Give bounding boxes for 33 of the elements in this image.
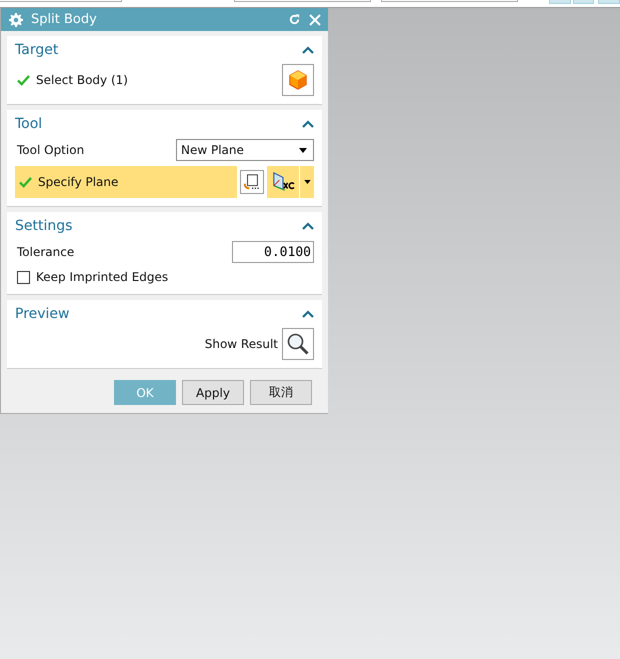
caret-icon[interactable] xyxy=(302,310,314,318)
reset-icon[interactable] xyxy=(288,13,301,26)
caret-icon[interactable] xyxy=(302,46,314,54)
specify-plane-row[interactable]: Specify Plane xyxy=(15,166,237,198)
plane-dialog-button[interactable] xyxy=(240,170,264,194)
caret-icon[interactable] xyxy=(302,120,314,128)
window-title: Split Body xyxy=(31,12,98,27)
select-body-button[interactable] xyxy=(282,64,314,96)
checkbox[interactable] xyxy=(17,270,30,284)
section-title[interactable]: Settings xyxy=(15,218,72,234)
dropdown-arrow-icon xyxy=(299,148,307,152)
show-result-button[interactable] xyxy=(282,328,314,360)
magnifier-icon xyxy=(286,332,310,356)
field-label: Tool Option xyxy=(17,143,84,157)
plane-icon xyxy=(243,173,261,191)
field-label: Show Result xyxy=(204,337,278,351)
tool-option-dropdown[interactable]: New Plane xyxy=(176,139,314,161)
checkbox-label: Keep Imprinted Edges xyxy=(36,270,168,284)
step-label: Select Body (1) xyxy=(36,73,128,87)
dialog-button[interactable]: Apply xyxy=(182,380,244,405)
close-icon[interactable] xyxy=(309,14,321,26)
field-label: Tolerance xyxy=(17,245,74,259)
dropdown-arrow-icon xyxy=(304,180,310,184)
section-title[interactable]: Target xyxy=(15,42,58,58)
tolerance-field[interactable]: 0.0100 xyxy=(232,241,314,263)
cube-icon xyxy=(287,69,309,91)
caret-icon[interactable] xyxy=(302,222,314,230)
section-title[interactable]: Tool xyxy=(15,116,42,132)
plane-type-button[interactable] xyxy=(267,166,300,198)
settings-icon[interactable] xyxy=(9,12,23,26)
section-title[interactable]: Preview xyxy=(15,306,70,322)
dialog-button[interactable]: 取消 xyxy=(250,380,312,405)
plane-type-dropdown[interactable] xyxy=(300,166,314,198)
